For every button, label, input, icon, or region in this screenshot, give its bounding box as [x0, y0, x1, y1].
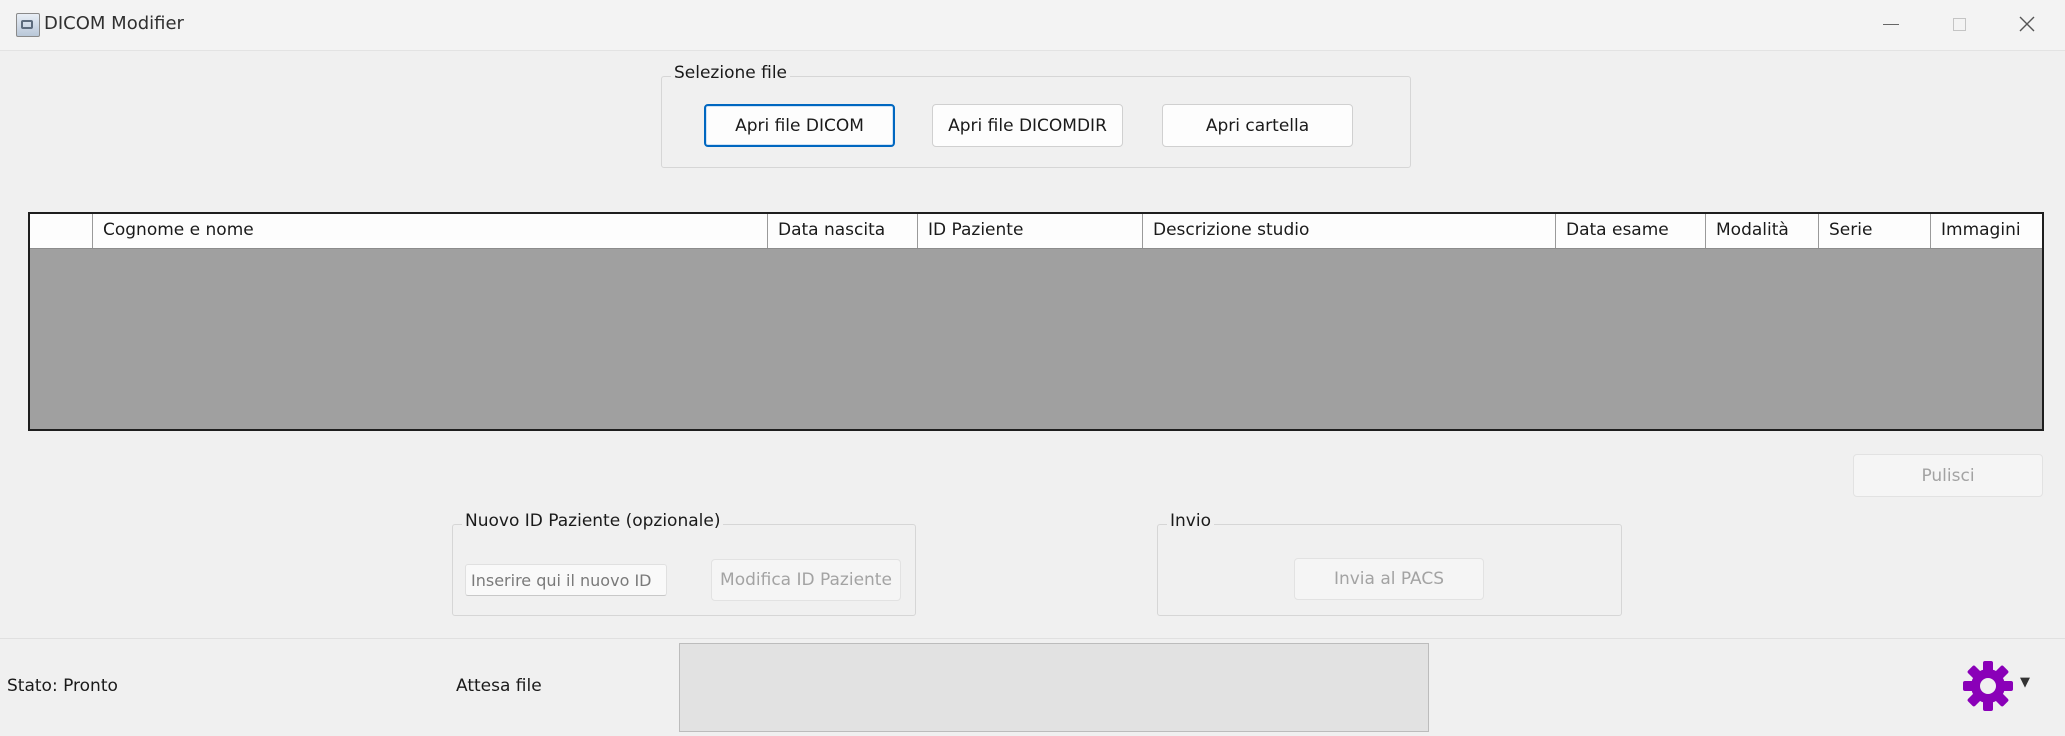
chevron-down-icon[interactable]: ▼: [2020, 675, 2030, 690]
column-header-patient-id[interactable]: ID Paziente: [918, 214, 1143, 248]
clear-button[interactable]: Pulisci: [1853, 454, 2043, 497]
gear-icon[interactable]: [1962, 660, 2014, 712]
new-patient-id-input[interactable]: [465, 564, 667, 596]
new-patient-id-legend: Nuovo ID Paziente (opzionale): [462, 511, 724, 531]
column-header-select[interactable]: [30, 214, 93, 248]
column-header-name[interactable]: Cognome e nome: [93, 214, 768, 248]
column-header-series[interactable]: Serie: [1819, 214, 1931, 248]
column-header-images[interactable]: Immagini: [1931, 214, 2042, 248]
close-button[interactable]: [1993, 0, 2061, 48]
column-header-birthdate[interactable]: Data nascita: [768, 214, 918, 248]
waiting-label: Attesa file: [456, 676, 542, 696]
minimize-button[interactable]: [1857, 0, 1925, 48]
status-label: Stato: Pronto: [7, 676, 118, 696]
open-dicom-button[interactable]: Apri file DICOM: [704, 104, 895, 147]
column-header-modality[interactable]: Modalità: [1706, 214, 1819, 248]
minimize-icon: [1883, 23, 1899, 25]
open-folder-button[interactable]: Apri cartella: [1162, 104, 1353, 147]
window-title: DICOM Modifier: [44, 13, 184, 34]
app-icon: [16, 13, 40, 37]
send-legend: Invio: [1167, 511, 1214, 531]
file-selection-legend: Selezione file: [671, 63, 791, 83]
progress-bar: [679, 643, 1429, 732]
column-header-exam-date[interactable]: Data esame: [1556, 214, 1706, 248]
maximize-button[interactable]: [1925, 0, 1993, 48]
modify-patient-id-button[interactable]: Modifica ID Paziente: [711, 559, 901, 601]
study-table[interactable]: Cognome e nome Data nascita ID Paziente …: [28, 212, 2044, 431]
maximize-icon: [1952, 17, 1966, 31]
title-bar: [0, 0, 2065, 51]
column-header-study-description[interactable]: Descrizione studio: [1143, 214, 1556, 248]
table-header: Cognome e nome Data nascita ID Paziente …: [30, 214, 2042, 249]
send-pacs-button[interactable]: Invia al PACS: [1294, 558, 1484, 600]
open-dicomdir-button[interactable]: Apri file DICOMDIR: [932, 104, 1123, 147]
close-icon: [2019, 16, 2035, 32]
